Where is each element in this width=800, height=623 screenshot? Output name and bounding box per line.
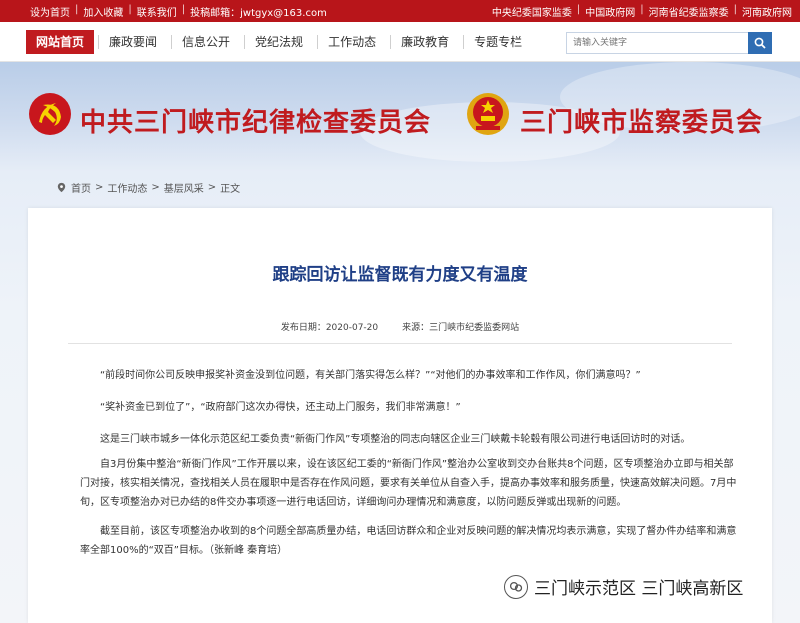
search-button[interactable]	[748, 32, 772, 54]
location-pin-icon	[57, 182, 66, 193]
contact-us-link[interactable]: 联系我们	[137, 4, 177, 19]
breadcrumb-separator: >	[95, 182, 104, 193]
henan-jw-link[interactable]: 河南省纪委监察委	[649, 4, 729, 19]
nav-item-education[interactable]: 廉政教育	[390, 34, 459, 49]
banner-title-commission: 中共三门峡市纪律检查委员会	[80, 108, 432, 138]
watermark-text: 三门峡示范区 三门峡高新区	[534, 579, 744, 599]
nav-item-work[interactable]: 工作动态	[317, 34, 386, 49]
separator: |	[733, 3, 737, 15]
wechat-watermark: 三门峡示范区 三门峡高新区	[504, 574, 743, 599]
top-right-links: 中央纪委国家监委 | 中国政府网 | 河南省纪委监察委 | 河南政府网	[492, 4, 792, 19]
gov-cn-link[interactable]: 中国政府网	[585, 4, 635, 19]
search-icon	[754, 37, 766, 49]
breadcrumb-separator: >	[151, 182, 160, 193]
nav-item-topics[interactable]: 专题专栏	[463, 34, 532, 49]
ccdi-link[interactable]: 中央纪委国家监委	[492, 4, 572, 19]
header-banner: 中共三门峡市纪律检查委员会 三门峡市监察委员会	[0, 62, 800, 172]
set-homepage-link[interactable]: 设为首页	[30, 4, 70, 19]
banner-title-supervision: 三门峡市监察委员会	[520, 108, 764, 138]
top-bar: 设为首页 | 加入收藏 | 联系我们 | 投稿邮箱：jwtgyx@163.com…	[0, 0, 800, 22]
separator: |	[576, 3, 581, 15]
search-box	[566, 32, 772, 54]
separator: |	[75, 3, 79, 15]
breadcrumb-separator: >	[207, 182, 217, 193]
article-paragraph: 截至目前，该区专项整治办收到的8个问题全部高质量办结，电话回访群众和企业对反映问…	[80, 526, 737, 556]
add-favorite-link[interactable]: 加入收藏	[83, 4, 123, 19]
separator: |	[128, 3, 132, 15]
national-emblem-icon	[467, 93, 509, 135]
henan-gov-link[interactable]: 河南政府网	[742, 4, 792, 19]
party-emblem-icon	[29, 93, 71, 135]
separator: |	[181, 3, 186, 15]
nav-item-info[interactable]: 信息公开	[171, 34, 240, 49]
article-paragraph: “前段时间你公司反映申报奖补资金没到位问题，有关部门落实得怎么样？”“对他们的办…	[100, 370, 641, 381]
meta-divider	[68, 343, 732, 344]
nav-item-regulations[interactable]: 党纪法规	[244, 34, 313, 49]
breadcrumb-work[interactable]: 工作动态	[107, 180, 147, 195]
breadcrumb-grassroots[interactable]: 基层风采	[164, 180, 204, 195]
nav-home[interactable]: 网站首页	[26, 29, 95, 54]
breadcrumb: 首页 > 工作动态 > 基层风采 > 正文	[56, 180, 240, 195]
article-paragraph: “奖补资金已到位了”，“政府部门这次办得快，还主动上门服务，我们非常满意！”	[100, 402, 461, 413]
separator: |	[640, 3, 644, 15]
main-nav: 网站首页 廉政要闻 信息公开 党纪法规 工作动态 廉政教育 专题专栏	[0, 22, 800, 62]
nav-item-news[interactable]: 廉政要闻	[98, 34, 167, 49]
top-left-links: 设为首页 | 加入收藏 | 联系我们 | 投稿邮箱：jwtgyx@163.com	[30, 4, 327, 19]
article-meta: 发布日期：2020-07-20 来源：三门峡市纪委监委网站	[0, 320, 800, 333]
article-title: 跟踪回访让监督既有力度又有温度	[272, 265, 528, 285]
breadcrumb-current: 正文	[220, 184, 241, 195]
article-paragraph: 自3月份集中整治“新衙门作风”工作开展以来，设在该区纪工委的“新衙门作风”整治办…	[80, 459, 737, 508]
article-paragraph: 这是三门峡市城乡一体化示范区纪工委负责“新衙门作风”专项整治的同志向辖区企业三门…	[100, 434, 691, 445]
article-source: 来源：三门峡市纪委监委网站	[402, 323, 520, 333]
breadcrumb-home[interactable]: 首页	[71, 180, 91, 195]
search-input[interactable]	[567, 33, 748, 53]
wechat-account-icon	[504, 574, 528, 599]
submission-email[interactable]: 投稿邮箱：jwtgyx@163.com	[190, 4, 327, 19]
publish-date: 发布日期：2020-07-20	[280, 323, 379, 333]
